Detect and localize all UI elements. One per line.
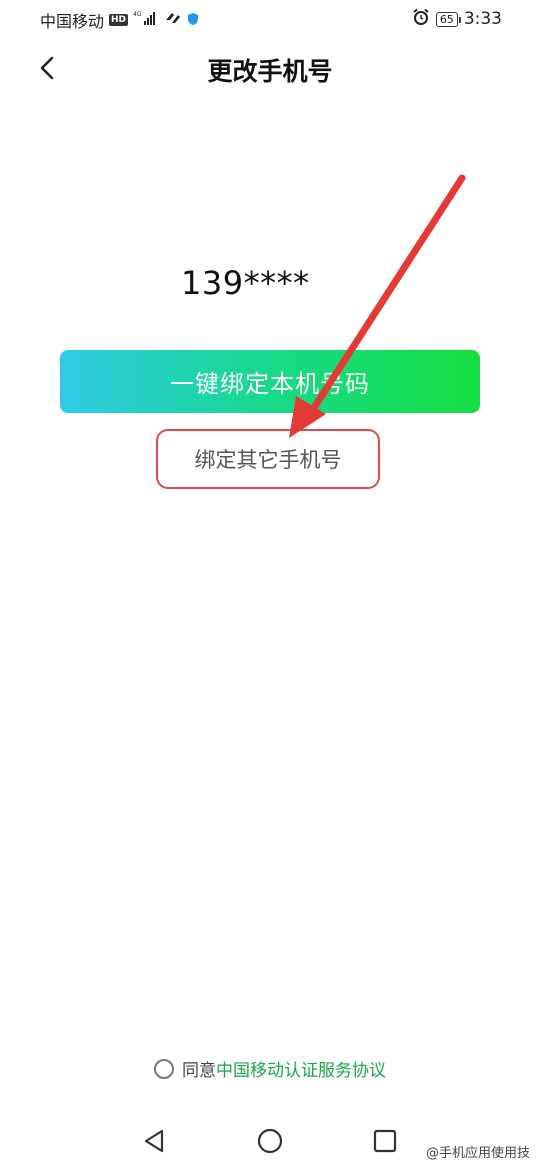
nav-home-button[interactable] <box>255 1126 285 1156</box>
current-phone-number: 139**** <box>181 264 310 302</box>
hd-badge: HD <box>109 14 129 26</box>
status-time: 3:33 <box>463 9 502 29</box>
square-recent-icon <box>373 1129 397 1153</box>
nav-back-button[interactable] <box>140 1126 170 1156</box>
nav-recent-button[interactable] <box>370 1126 400 1156</box>
watermark-text: @手机应用使用技 <box>425 1146 530 1161</box>
status-bar: 中国移动 HD 4G 65 3:33 <box>0 0 540 38</box>
one-key-bind-button[interactable]: 一键绑定本机号码 <box>60 350 480 413</box>
page-title: 更改手机号 <box>207 57 333 86</box>
one-key-bind-label: 一键绑定本机号码 <box>170 370 370 398</box>
annotation-arrow-icon <box>289 174 466 438</box>
alarm-icon <box>412 8 430 30</box>
agreement-link[interactable]: 中国移动认证服务协议 <box>216 1056 386 1081</box>
screen: 中国移动 HD 4G 65 3:33 更改手机号 139**** 一键绑定本机号… <box>0 0 540 1170</box>
agreement-radio[interactable] <box>154 1058 174 1079</box>
carrier-name: 中国移动 <box>40 12 105 31</box>
shield-icon <box>187 11 199 30</box>
circle-home-icon <box>257 1128 283 1154</box>
status-left: 中国移动 HD 4G <box>40 8 199 32</box>
agreement-row: 同意 中国移动认证服务协议 <box>0 1056 540 1081</box>
agreement-prefix: 同意 <box>182 1061 216 1081</box>
signal-icon: 4G <box>133 10 159 30</box>
wifi-calling-icon <box>164 10 182 30</box>
header: 更改手机号 <box>0 44 540 92</box>
navigation-bar: @手机应用使用技 <box>0 1118 540 1170</box>
bind-other-phone-button[interactable]: 绑定其它手机号 <box>156 429 380 489</box>
battery-icon: 65 <box>435 11 461 27</box>
triangle-back-icon <box>144 1129 164 1153</box>
bind-other-phone-label: 绑定其它手机号 <box>194 448 342 472</box>
network-type: 4G <box>133 11 142 18</box>
status-right: 65 3:33 <box>412 8 502 30</box>
